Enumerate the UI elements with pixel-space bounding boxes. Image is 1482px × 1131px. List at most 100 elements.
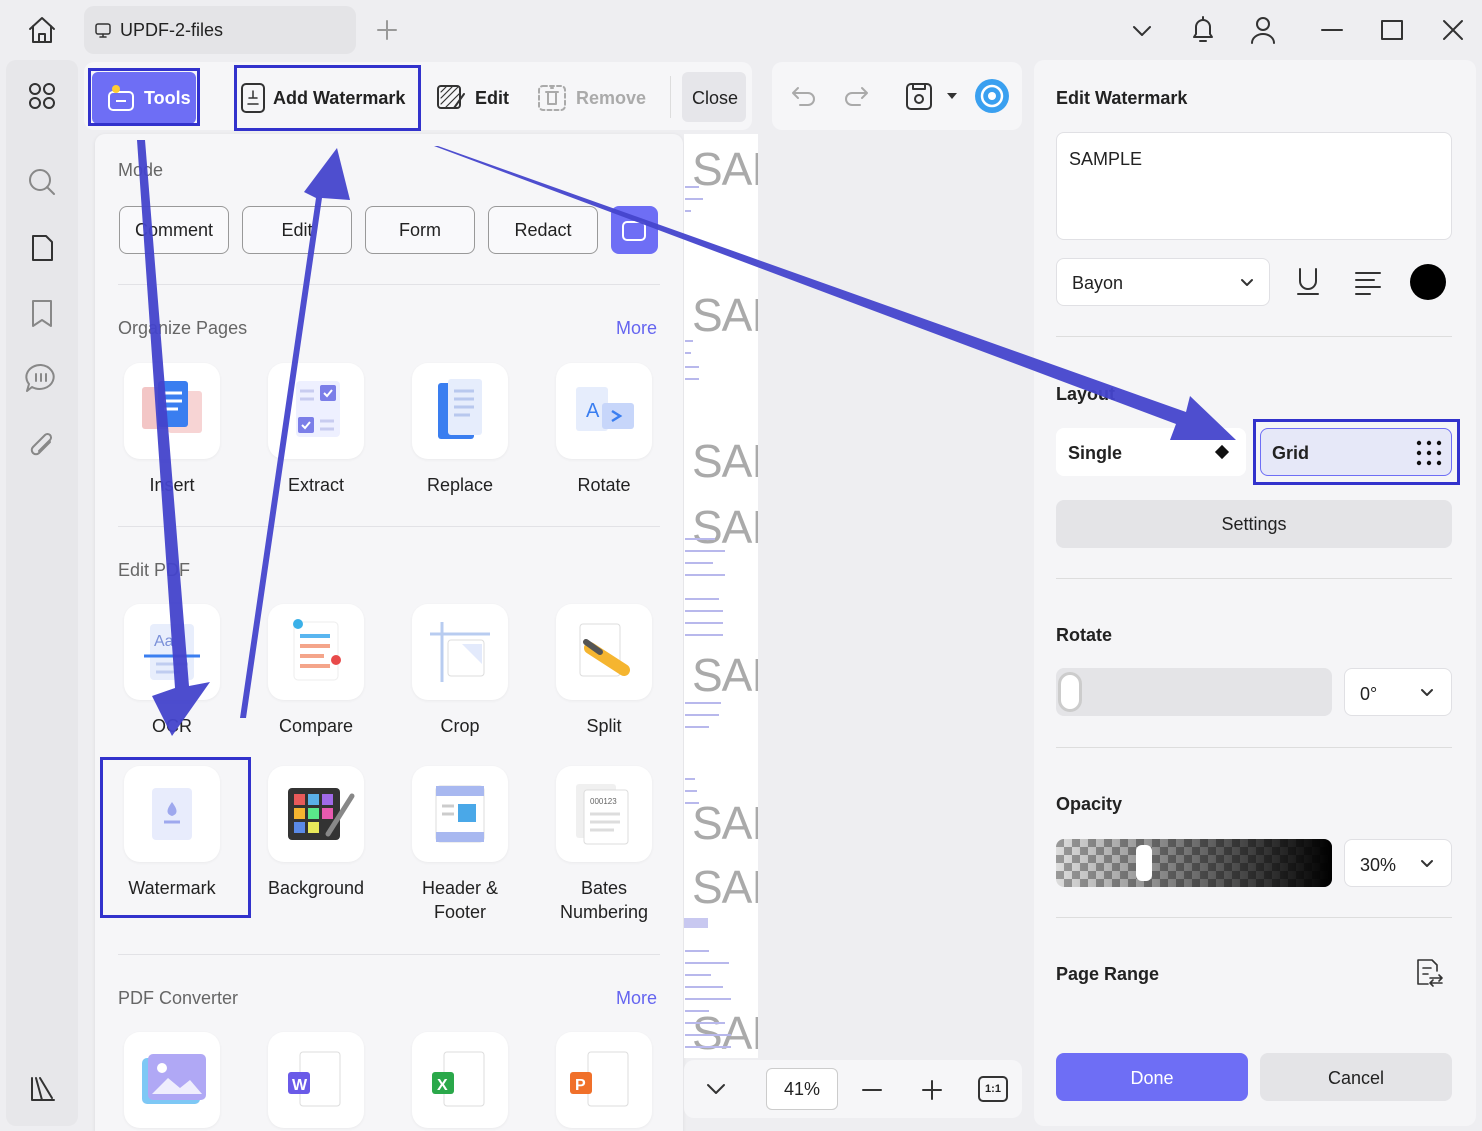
cancel-button[interactable]: Cancel [1260, 1053, 1452, 1101]
edit-watermark-button[interactable]: Edit [436, 78, 516, 118]
bookmark-icon[interactable] [30, 298, 54, 330]
page-nav-chevron-icon[interactable] [704, 1078, 728, 1100]
form-mode-button[interactable]: Form [365, 206, 475, 254]
mode-section-label: Mode [118, 160, 164, 180]
save-options-chevron-icon[interactable] [944, 88, 960, 104]
extract-icon [296, 381, 340, 437]
page-range-icon[interactable] [1414, 956, 1444, 988]
chevron-down-icon[interactable] [1130, 20, 1154, 42]
font-select[interactable]: Bayon [1056, 258, 1270, 306]
watermark-preview-text: SAI [692, 797, 758, 849]
convert-to-excel-tool[interactable]: X [412, 1032, 508, 1128]
new-tab-icon[interactable] [376, 19, 398, 41]
save-icon[interactable] [904, 80, 934, 112]
maximize-icon[interactable] [1380, 18, 1404, 42]
rotate-value-select[interactable]: 0° [1344, 668, 1452, 716]
excel-icon: X [432, 1051, 485, 1107]
insert-label: Insert [149, 475, 195, 495]
split-label: Split [586, 716, 622, 736]
edit-mode-button[interactable]: Edit [242, 206, 352, 254]
redact-mode-button[interactable]: Redact [488, 206, 598, 254]
actual-size-button[interactable]: 1:1 [978, 1076, 1008, 1102]
chevron-down-icon [1421, 689, 1433, 696]
watermark-highlight [100, 757, 251, 918]
close-button[interactable]: Close [682, 72, 746, 122]
redo-icon[interactable] [842, 82, 870, 110]
layout-label: Layout [1056, 384, 1116, 404]
document-tab[interactable]: UPDF-2-files [84, 6, 356, 54]
background-tool[interactable] [268, 766, 364, 862]
underline-icon[interactable] [1294, 266, 1322, 298]
insert-tool[interactable] [124, 363, 220, 459]
rotate-icon: A [576, 387, 634, 431]
zoom-in-icon[interactable] [920, 1078, 944, 1102]
opacity-slider[interactable] [1056, 839, 1332, 887]
apps-icon[interactable] [28, 82, 56, 110]
background-icon [288, 788, 355, 840]
bates-numbering-label: Bates Numbering [559, 878, 649, 922]
opacity-slider-thumb[interactable] [1136, 845, 1152, 881]
bates-numbering-icon: 000123 [576, 784, 629, 845]
layers-icon[interactable] [28, 1074, 58, 1104]
search-icon[interactable] [26, 166, 58, 198]
comment-mode-button[interactable]: Comment [119, 206, 229, 254]
undo-icon[interactable] [790, 82, 818, 110]
compare-tool[interactable] [268, 604, 364, 700]
cancel-label: Cancel [1327, 1068, 1385, 1088]
rotate-slider-thumb[interactable] [1058, 672, 1082, 712]
layout-single-label: Single [1068, 443, 1123, 463]
color-swatch[interactable] [1410, 264, 1446, 300]
layout-single-option[interactable]: Single [1056, 428, 1246, 476]
extract-tool[interactable] [268, 363, 364, 459]
insert-icon [142, 381, 202, 433]
home-icon[interactable] [26, 14, 58, 46]
convert-to-image-tool[interactable] [124, 1032, 220, 1128]
done-button[interactable]: Done [1056, 1053, 1248, 1101]
bell-icon[interactable] [1188, 14, 1218, 46]
rotate-tool[interactable]: A [556, 363, 652, 459]
organize-more-link[interactable]: More [616, 318, 657, 339]
remove-label: Remove [576, 88, 647, 108]
replace-tool[interactable] [412, 363, 508, 459]
crop-tool[interactable] [412, 604, 508, 700]
opacity-value-select[interactable]: 30% [1344, 839, 1452, 887]
svg-text:W: W [292, 1077, 308, 1094]
zoom-level[interactable]: 41% [766, 1068, 838, 1110]
align-icon[interactable] [1354, 270, 1382, 296]
add-watermark-highlight [234, 65, 421, 131]
watermark-preview-text: SAI [692, 1007, 758, 1058]
convert-to-word-tool[interactable]: W [268, 1032, 364, 1128]
watermark-text-input[interactable]: SAMPLE [1056, 132, 1452, 240]
word-icon: W [288, 1051, 341, 1107]
rotate-label: Rotate [1056, 625, 1113, 645]
organize-pages-label: Organize Pages [118, 318, 248, 338]
image-icon [142, 1054, 206, 1104]
replace-icon [438, 379, 482, 439]
document-preview[interactable]: SAI SAI SAI SAI SAI SAI SAI SAI [684, 134, 758, 1058]
svg-text:Aa: Aa [154, 633, 174, 650]
close-label: Close [692, 88, 739, 108]
comment-icon[interactable] [24, 362, 58, 394]
header-footer-tool[interactable] [412, 766, 508, 862]
minimize-icon[interactable] [1320, 18, 1344, 42]
ai-assistant-icon[interactable] [974, 78, 1010, 114]
ocr-label: OCR [152, 716, 192, 736]
close-window-icon[interactable] [1441, 18, 1465, 42]
user-icon[interactable] [1248, 14, 1278, 46]
bates-numbering-tool[interactable]: 000123 [556, 766, 652, 862]
tools-mode-button[interactable] [611, 206, 658, 254]
ocr-tool[interactable]: Aa [124, 604, 220, 700]
background-label: Background [267, 878, 365, 898]
convert-to-powerpoint-tool[interactable]: P [556, 1032, 652, 1128]
settings-button[interactable]: Settings [1056, 500, 1452, 548]
split-tool[interactable] [556, 604, 652, 700]
page-icon[interactable] [28, 232, 56, 264]
zoom-out-icon[interactable] [860, 1078, 884, 1102]
rotate-slider[interactable] [1056, 668, 1332, 716]
opacity-value: 30% [1360, 855, 1397, 875]
remove-watermark-button[interactable]: Remove [536, 78, 656, 118]
settings-label: Settings [1221, 514, 1287, 534]
attachment-icon[interactable] [28, 430, 56, 462]
svg-text:X: X [437, 1077, 448, 1094]
converter-more-link[interactable]: More [616, 988, 657, 1009]
